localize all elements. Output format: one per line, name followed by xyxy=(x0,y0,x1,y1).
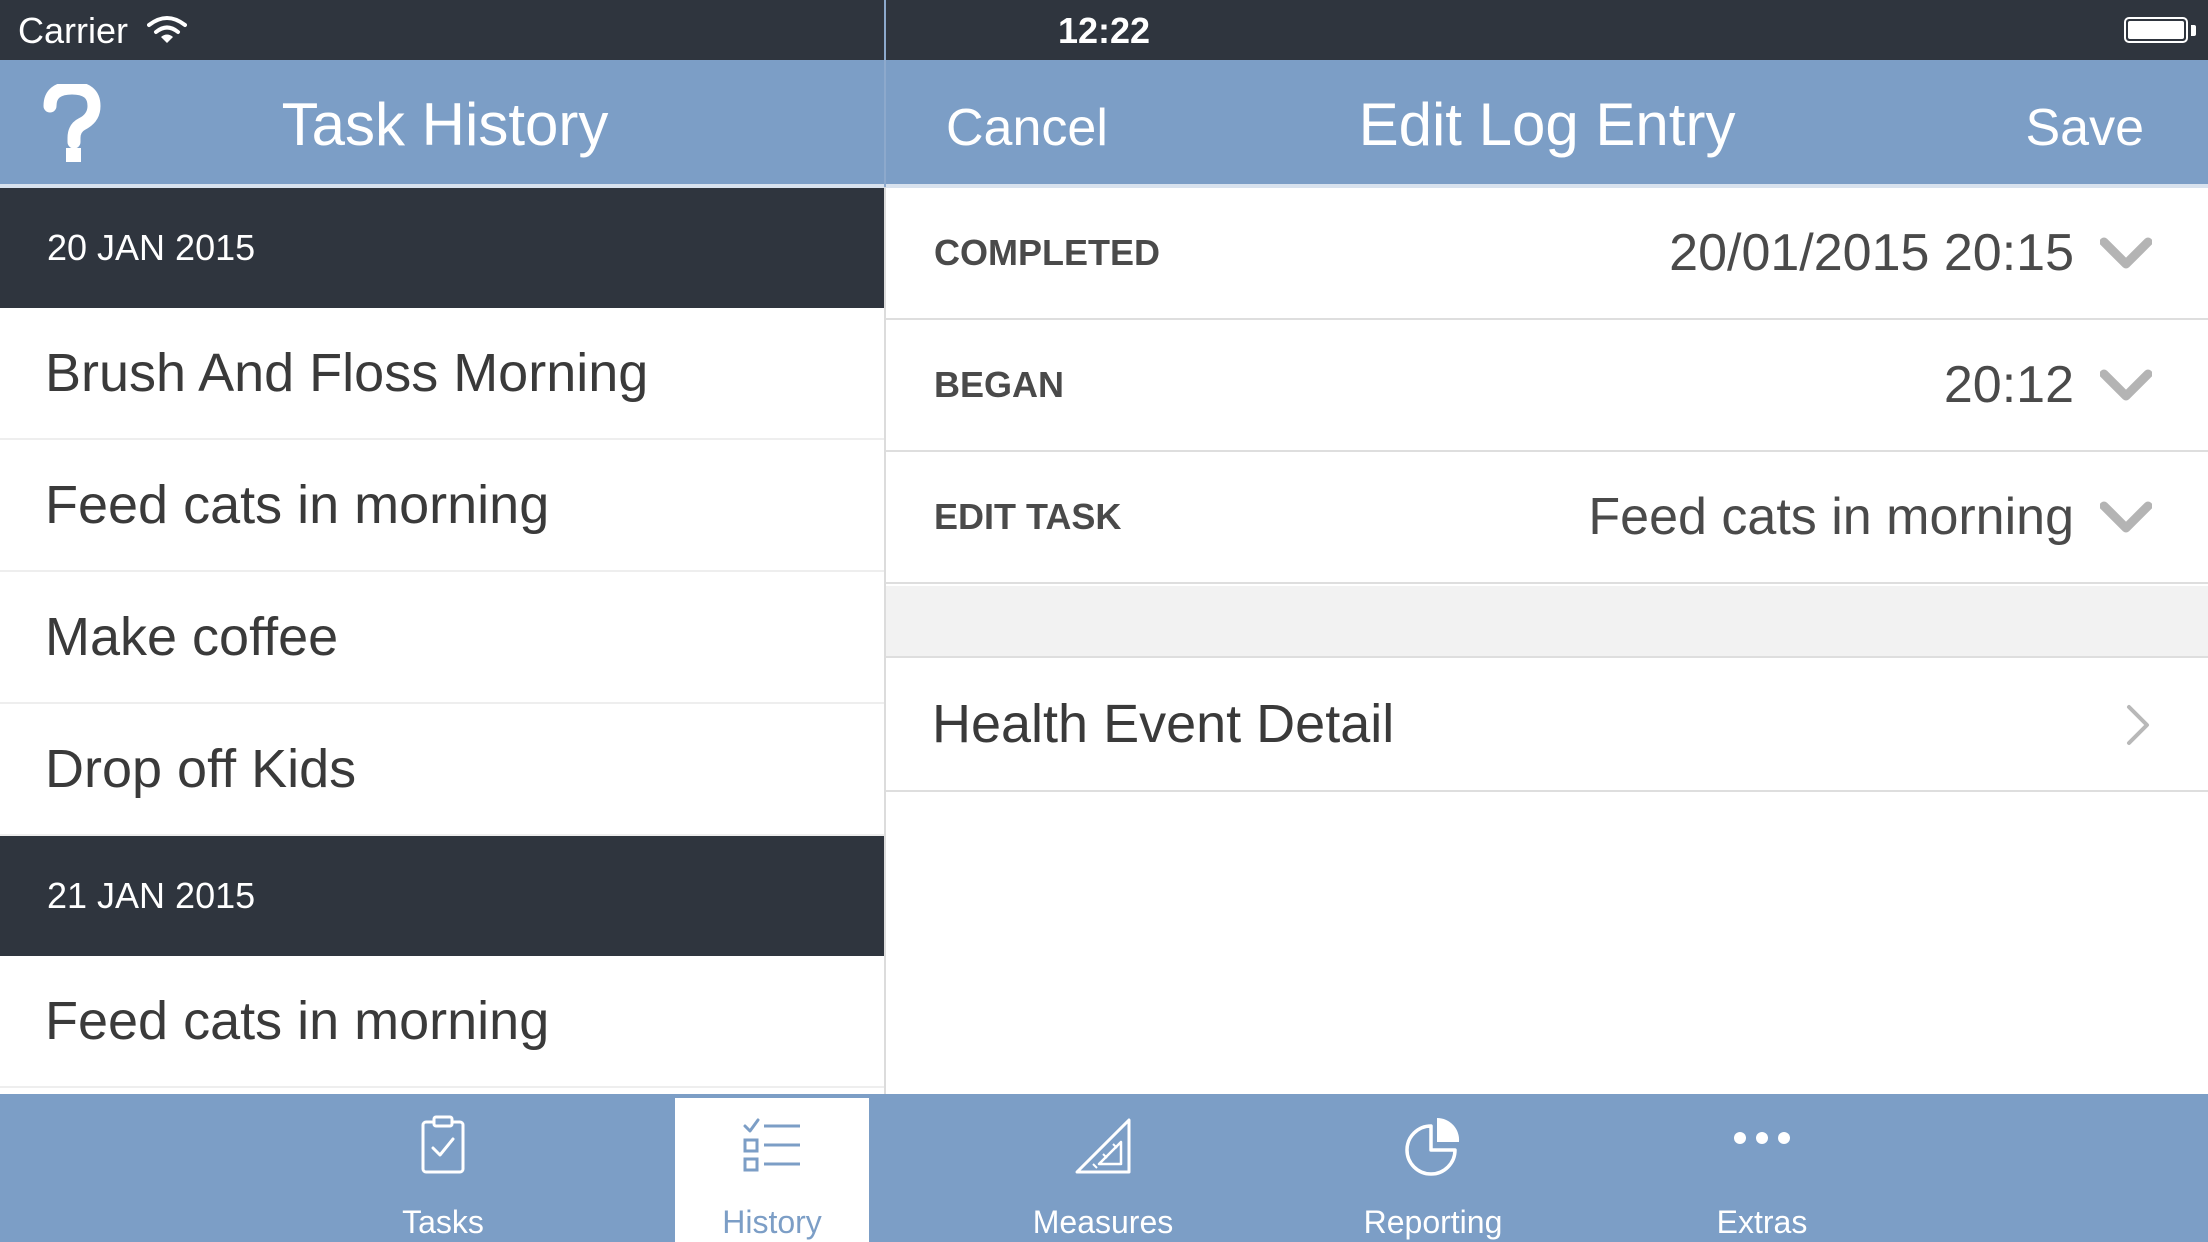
split-divider-nav xyxy=(884,0,886,187)
task-history-title: Task History xyxy=(281,91,609,158)
began-label: BEGAN xyxy=(934,364,1065,405)
tab-label: Measures xyxy=(1032,1204,1174,1240)
health-event-detail-row[interactable]: Health Event Detail xyxy=(886,658,2208,792)
question-mark-icon[interactable] xyxy=(40,84,104,164)
edit-log-entry-title: Edit Log Entry xyxy=(1358,91,1736,158)
history-item[interactable]: Make coffee xyxy=(0,572,884,704)
battery-tip xyxy=(2191,25,2196,36)
tab-label: Reporting xyxy=(1363,1204,1503,1240)
tab-label: Tasks xyxy=(402,1204,484,1240)
battery-icon xyxy=(2124,17,2188,43)
tab-history[interactable]: History xyxy=(675,1098,869,1242)
chevron-right-icon xyxy=(2127,705,2149,745)
section-header: 20 JAN 2015 xyxy=(0,188,884,308)
cancel-button[interactable]: Cancel xyxy=(946,98,1108,158)
tab-label: Extras xyxy=(1716,1204,1808,1240)
tab-reporting[interactable]: Reporting xyxy=(1336,1098,1530,1242)
checklist-icon xyxy=(743,1118,800,1172)
completed-label: COMPLETED xyxy=(934,232,1161,273)
chevron-down-icon xyxy=(2100,237,2152,269)
tab-label: History xyxy=(722,1204,822,1240)
history-item[interactable]: Drop off Kids xyxy=(0,704,884,836)
edit-task-row[interactable]: EDIT TASK Feed cats in morning xyxy=(886,452,2208,584)
history-item[interactable]: Brush And Floss Morning xyxy=(0,308,884,440)
history-item[interactable]: Feed cats in morning xyxy=(0,956,884,1088)
save-button[interactable]: Save xyxy=(2025,98,2144,158)
pie-chart-icon xyxy=(1405,1117,1460,1176)
began-value: 20:12 xyxy=(1943,356,2074,414)
tab-measures[interactable]: Measures xyxy=(1006,1098,1200,1242)
clipboard-check-icon xyxy=(421,1115,465,1174)
set-square-icon xyxy=(1075,1118,1131,1174)
chevron-down-icon xyxy=(2100,501,2152,533)
section-header: 21 JAN 2015 xyxy=(0,836,884,956)
completed-value: 20/01/2015 20:15 xyxy=(1669,224,2074,282)
tab-tasks[interactable]: Tasks xyxy=(346,1098,540,1242)
chevron-down-icon xyxy=(2100,369,2152,401)
edit-task-value: Feed cats in morning xyxy=(1588,488,2074,546)
health-event-detail-label: Health Event Detail xyxy=(932,694,1395,754)
status-time: 12:22 xyxy=(1057,10,1151,51)
began-row[interactable]: BEGAN 20:12 xyxy=(886,320,2208,452)
tab-bar: Tasks History Measures Reporting Extras xyxy=(0,1094,2208,1242)
status-bar: Carrier 12:22 xyxy=(0,0,2208,60)
left-nav-bar: Task History xyxy=(0,60,884,187)
edit-log-form: COMPLETED 20/01/2015 20:15 BEGAN 20:12 E… xyxy=(886,188,2208,1094)
section-spacer xyxy=(886,586,2208,658)
right-nav-bar: Cancel Edit Log Entry Save xyxy=(886,60,2208,187)
completed-row[interactable]: COMPLETED 20/01/2015 20:15 xyxy=(886,188,2208,320)
edit-task-label: EDIT TASK xyxy=(934,496,1122,537)
tab-extras[interactable]: Extras xyxy=(1665,1098,1859,1242)
history-list[interactable]: 20 JAN 2015 Brush And Floss Morning Feed… xyxy=(0,188,884,1094)
more-dots-icon xyxy=(1734,1132,1790,1144)
history-item[interactable]: Feed cats in morning xyxy=(0,440,884,572)
